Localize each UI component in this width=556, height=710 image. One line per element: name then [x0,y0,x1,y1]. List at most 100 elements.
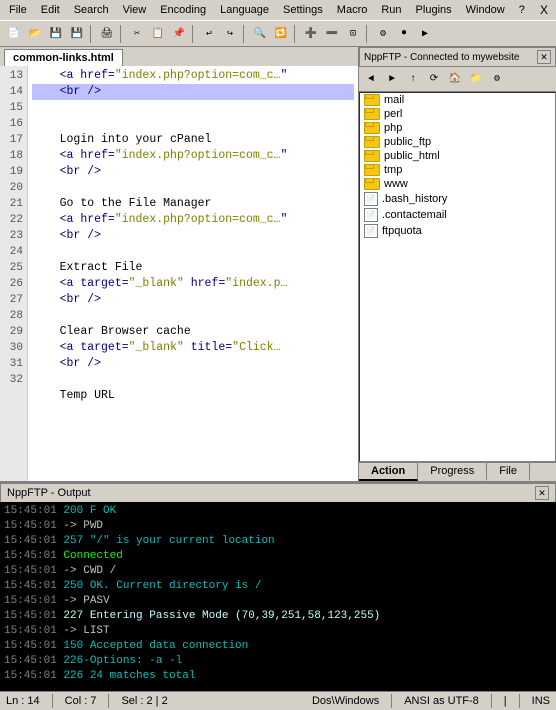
log-line: 15:45:01 250 OK. Current directory is / [4,579,552,594]
menu-edit[interactable]: Edit [36,2,65,18]
tb-save[interactable]: 💾 [46,24,66,44]
log-line: 15:45:01 -> CWD / [4,564,552,579]
status-sep-4 [491,694,492,708]
ftp-item-tmp[interactable]: tmp [360,163,555,177]
menu-macro[interactable]: Macro [332,2,373,18]
folder-icon [364,94,380,106]
tb-macro[interactable]: ● [394,24,414,44]
menu-plugins[interactable]: Plugins [411,2,457,18]
log-line: 15:45:01 200 F OK [4,504,552,519]
log-line: 15:45:01 -> PASV [4,594,552,609]
output-title: NppFTP - Output [7,487,91,499]
menu-view[interactable]: View [118,2,152,18]
output-close-button[interactable]: ✕ [535,486,549,500]
menu-settings[interactable]: Settings [278,2,328,18]
menu-encoding[interactable]: Encoding [155,2,211,18]
status-ln: Ln : 14 [6,695,40,707]
menu-search[interactable]: Search [69,2,114,18]
ftp-item-bash-history[interactable]: 📄 .bash_history [360,191,555,207]
ftp-file-tree: mail perl php public_ftp public_html tmp [359,92,556,462]
main-area: common-links.html 13 14 15 16 17 18 19 2… [0,47,556,481]
ftp-item-ftpquota[interactable]: 📄 ftpquota [360,223,555,239]
tb-run[interactable]: ▶ [415,24,435,44]
menu-run[interactable]: Run [376,2,406,18]
ftp-item-contactemail[interactable]: 📄 .contactemail [360,207,555,223]
log-line: 15:45:01 150 Accepted data connection [4,639,552,654]
menu-window[interactable]: Window [461,2,510,18]
log-line: 15:45:01 -> LIST [4,624,552,639]
folder-icon [364,178,380,190]
editor-tab-common-links[interactable]: common-links.html [4,49,123,66]
code-editor[interactable]: <a href="index.php?option=com_c…" <br />… [28,66,358,481]
log-line: 15:45:01 257 "/" is your current locatio… [4,534,552,549]
tb-zoom-in[interactable]: ➕ [301,24,321,44]
ftp-item-label: php [384,122,402,134]
folder-icon [364,164,380,176]
ftp-refresh-btn[interactable]: ⟳ [424,69,444,89]
ftp-item-label: tmp [384,164,402,176]
toolbar-separator-5 [294,25,298,43]
ftp-forward-btn[interactable]: ► [382,69,402,89]
ftp-item-perl[interactable]: perl [360,107,555,121]
ftp-pane: NppFTP - Connected to mywebsite ✕ ◄ ► ↑ … [359,47,556,481]
tb-zoom-reset[interactable]: ⊡ [343,24,363,44]
log-line: 15:45:01 -> PWD [4,519,552,534]
ftp-item-label: .bash_history [382,193,447,205]
tb-print[interactable]: 🖨 [97,24,117,44]
menu-language[interactable]: Language [215,2,274,18]
tb-undo[interactable]: ↩ [199,24,219,44]
tb-find[interactable]: 🔍 [250,24,270,44]
tb-sync[interactable]: ⚙ [373,24,393,44]
status-right: Dos\Windows ANSI as UTF-8 | INS [312,694,550,708]
ftp-item-www[interactable]: www [360,177,555,191]
ftp-item-public-ftp[interactable]: public_ftp [360,135,555,149]
tb-new[interactable]: 📄 [4,24,24,44]
tb-save-all[interactable]: 💾 [67,24,87,44]
tb-copy[interactable]: 📋 [148,24,168,44]
log-line: 15:45:01 227 Entering Passive Mode (70,3… [4,609,552,624]
ftp-item-label: public_ftp [384,136,431,148]
ftp-toolbar: ◄ ► ↑ ⟳ 🏠 📁 ⚙ [359,67,556,92]
ftp-up-btn[interactable]: ↑ [403,69,423,89]
ftp-item-php[interactable]: php [360,121,555,135]
ftp-header: NppFTP - Connected to mywebsite ✕ [359,47,556,67]
log-line: 15:45:01 226 24 matches total [4,669,552,684]
ftp-item-label: www [384,178,408,190]
status-sep-5 [519,694,520,708]
tb-paste[interactable]: 📌 [169,24,189,44]
menu-file[interactable]: File [4,2,32,18]
ftp-back-btn[interactable]: ◄ [361,69,381,89]
toolbar-separator-2 [120,25,124,43]
tb-redo[interactable]: ↪ [220,24,240,44]
menu-help[interactable]: ? [514,2,530,18]
ftp-item-public-html[interactable]: public_html [360,149,555,163]
ftp-tab-action[interactable]: Action [359,463,418,481]
tb-zoom-out[interactable]: ➖ [322,24,342,44]
log-line: 15:45:01 226-Options: -a -l [4,654,552,669]
toolbar-separator-4 [243,25,247,43]
tb-cut[interactable]: ✂ [127,24,147,44]
ftp-title: NppFTP - Connected to mywebsite [364,52,519,63]
close-button[interactable]: X [536,3,552,17]
tb-open[interactable]: 📂 [25,24,45,44]
status-bar: Ln : 14 Col : 7 Sel : 2 | 2 Dos\Windows … [0,691,556,710]
ftp-newfolder-btn[interactable]: 📁 [466,69,486,89]
ftp-tab-file[interactable]: File [487,463,530,481]
status-charset: ANSI as UTF-8 [404,695,479,707]
ftp-close-button[interactable]: ✕ [537,50,551,64]
status-sep-2 [108,694,109,708]
ftp-item-label: ftpquota [382,225,422,237]
ftp-item-label: mail [384,94,404,106]
status-sep-3 [391,694,392,708]
toolbar-separator-3 [192,25,196,43]
folder-icon [364,136,380,148]
menu-bar: File Edit Search View Encoding Language … [0,0,556,21]
ftp-item-mail[interactable]: mail [360,93,555,107]
ftp-home-btn[interactable]: 🏠 [445,69,465,89]
line-numbers: 13 14 15 16 17 18 19 20 21 22 23 24 25 2… [0,66,28,481]
tb-replace[interactable]: 🔁 [271,24,291,44]
editor-tab-bar: common-links.html [0,47,358,66]
ftp-settings-btn[interactable]: ⚙ [487,69,507,89]
log-line-connected: 15:45:01 Connected [4,549,552,564]
ftp-tab-progress[interactable]: Progress [418,463,487,481]
